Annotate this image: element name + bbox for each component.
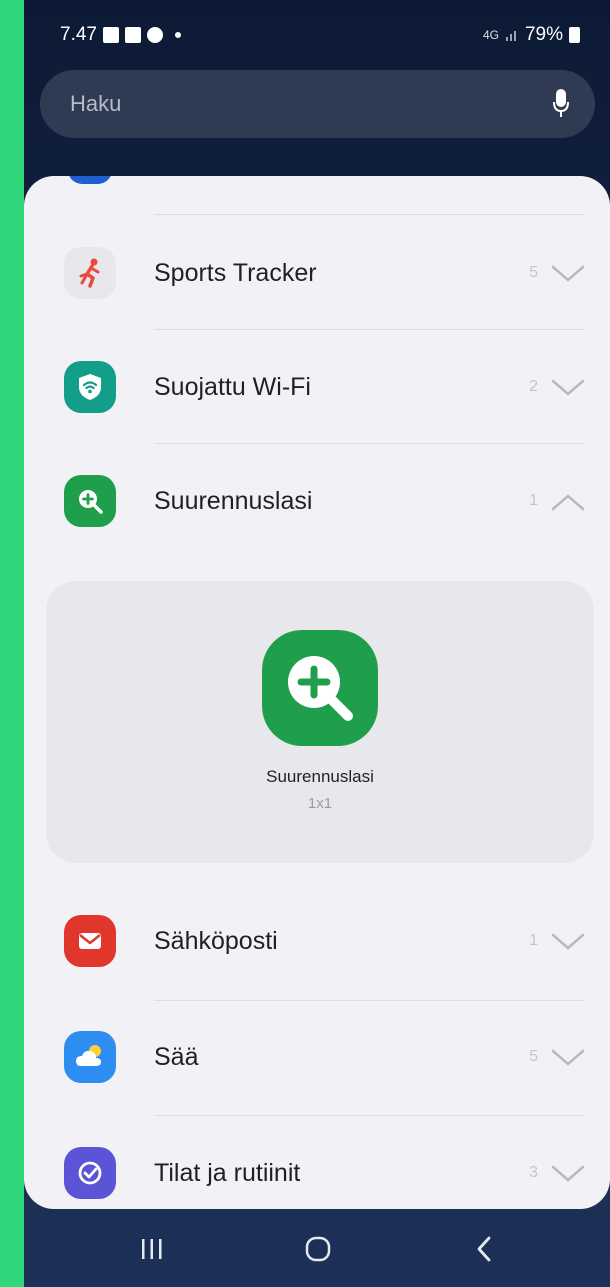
search-bar[interactable]: Haku [40, 70, 595, 138]
widget-count: 1 [529, 932, 538, 949]
widget-list-sheet[interactable]: Sports Tracker 5 Suojattu Wi-Fi 2 Suuren… [24, 176, 610, 1209]
app-name: Sports Tracker [154, 259, 317, 287]
recents-icon[interactable] [132, 1233, 172, 1265]
previous-app-icon [68, 176, 112, 184]
list-divider [154, 214, 584, 215]
list-divider [154, 1000, 584, 1001]
app-name: Sähköposti [154, 927, 278, 955]
weather-icon [64, 1031, 116, 1083]
list-item-email[interactable]: Sähköposti 1 [24, 886, 610, 996]
sports-tracker-icon [64, 247, 116, 299]
widget-preview-card[interactable]: Suurennuslasi 1x1 [46, 581, 594, 863]
gallery-notification-icon [102, 27, 119, 43]
battery-icon [569, 27, 580, 43]
app-name: Sää [154, 1043, 199, 1071]
navigation-bar [24, 1209, 610, 1287]
status-time: 7.47 [60, 24, 97, 45]
widget-count: 5 [529, 1048, 538, 1065]
list-item-modes-routines[interactable]: Tilat ja rutiinit 3 [24, 1118, 610, 1209]
widget-count: 3 [529, 1164, 538, 1181]
email-icon [64, 915, 116, 967]
app-name: Suojattu Wi-Fi [154, 373, 311, 401]
widget-count: 1 [529, 492, 538, 509]
magnifier-icon [64, 475, 116, 527]
list-item-weather[interactable]: Sää 5 [24, 1002, 610, 1112]
list-item-magnifier[interactable]: Suurennuslasi 1 [24, 446, 610, 556]
widget-count: 2 [529, 378, 538, 395]
widget-size: 1x1 [307, 795, 333, 812]
phone-screen: 7.47 4G 79% Haku Sports Tracker 5 Suojat… [24, 0, 610, 1287]
list-divider [154, 329, 584, 330]
back-icon[interactable] [465, 1233, 505, 1265]
signal-strength-icon [505, 31, 516, 41]
list-item-secure-wifi[interactable]: Suojattu Wi-Fi 2 [24, 332, 610, 442]
list-divider [154, 1115, 584, 1116]
more-notifications-dot-icon [174, 32, 181, 38]
chevron-down-icon[interactable] [550, 378, 586, 398]
status-bar: 7.47 4G 79% [24, 0, 610, 64]
app-name: Suurennuslasi [154, 487, 313, 515]
secure-wifi-icon [64, 361, 116, 413]
widget-name: Suurennuslasi [266, 767, 374, 786]
list-item-sports-tracker[interactable]: Sports Tracker 5 [24, 218, 610, 328]
widget-count: 5 [529, 264, 538, 281]
app-name: Tilat ja rutiinit [154, 1159, 301, 1187]
chevron-down-icon[interactable] [550, 1048, 586, 1068]
magnifier-plus-icon[interactable] [262, 630, 378, 746]
calendar-notification-icon [124, 27, 141, 43]
network-type-label: 4G [482, 28, 499, 42]
home-icon[interactable] [298, 1233, 338, 1265]
facebook-notification-icon [146, 27, 163, 43]
chevron-down-icon[interactable] [550, 264, 586, 284]
microphone-icon[interactable] [553, 89, 569, 119]
modes-routines-icon [64, 1147, 116, 1199]
chevron-up-icon[interactable] [550, 492, 586, 512]
battery-percent: 79% [524, 24, 563, 45]
chevron-down-icon[interactable] [550, 932, 586, 952]
chevron-down-icon[interactable] [550, 1164, 586, 1184]
search-input[interactable]: Haku [70, 91, 121, 117]
list-divider [154, 443, 584, 444]
